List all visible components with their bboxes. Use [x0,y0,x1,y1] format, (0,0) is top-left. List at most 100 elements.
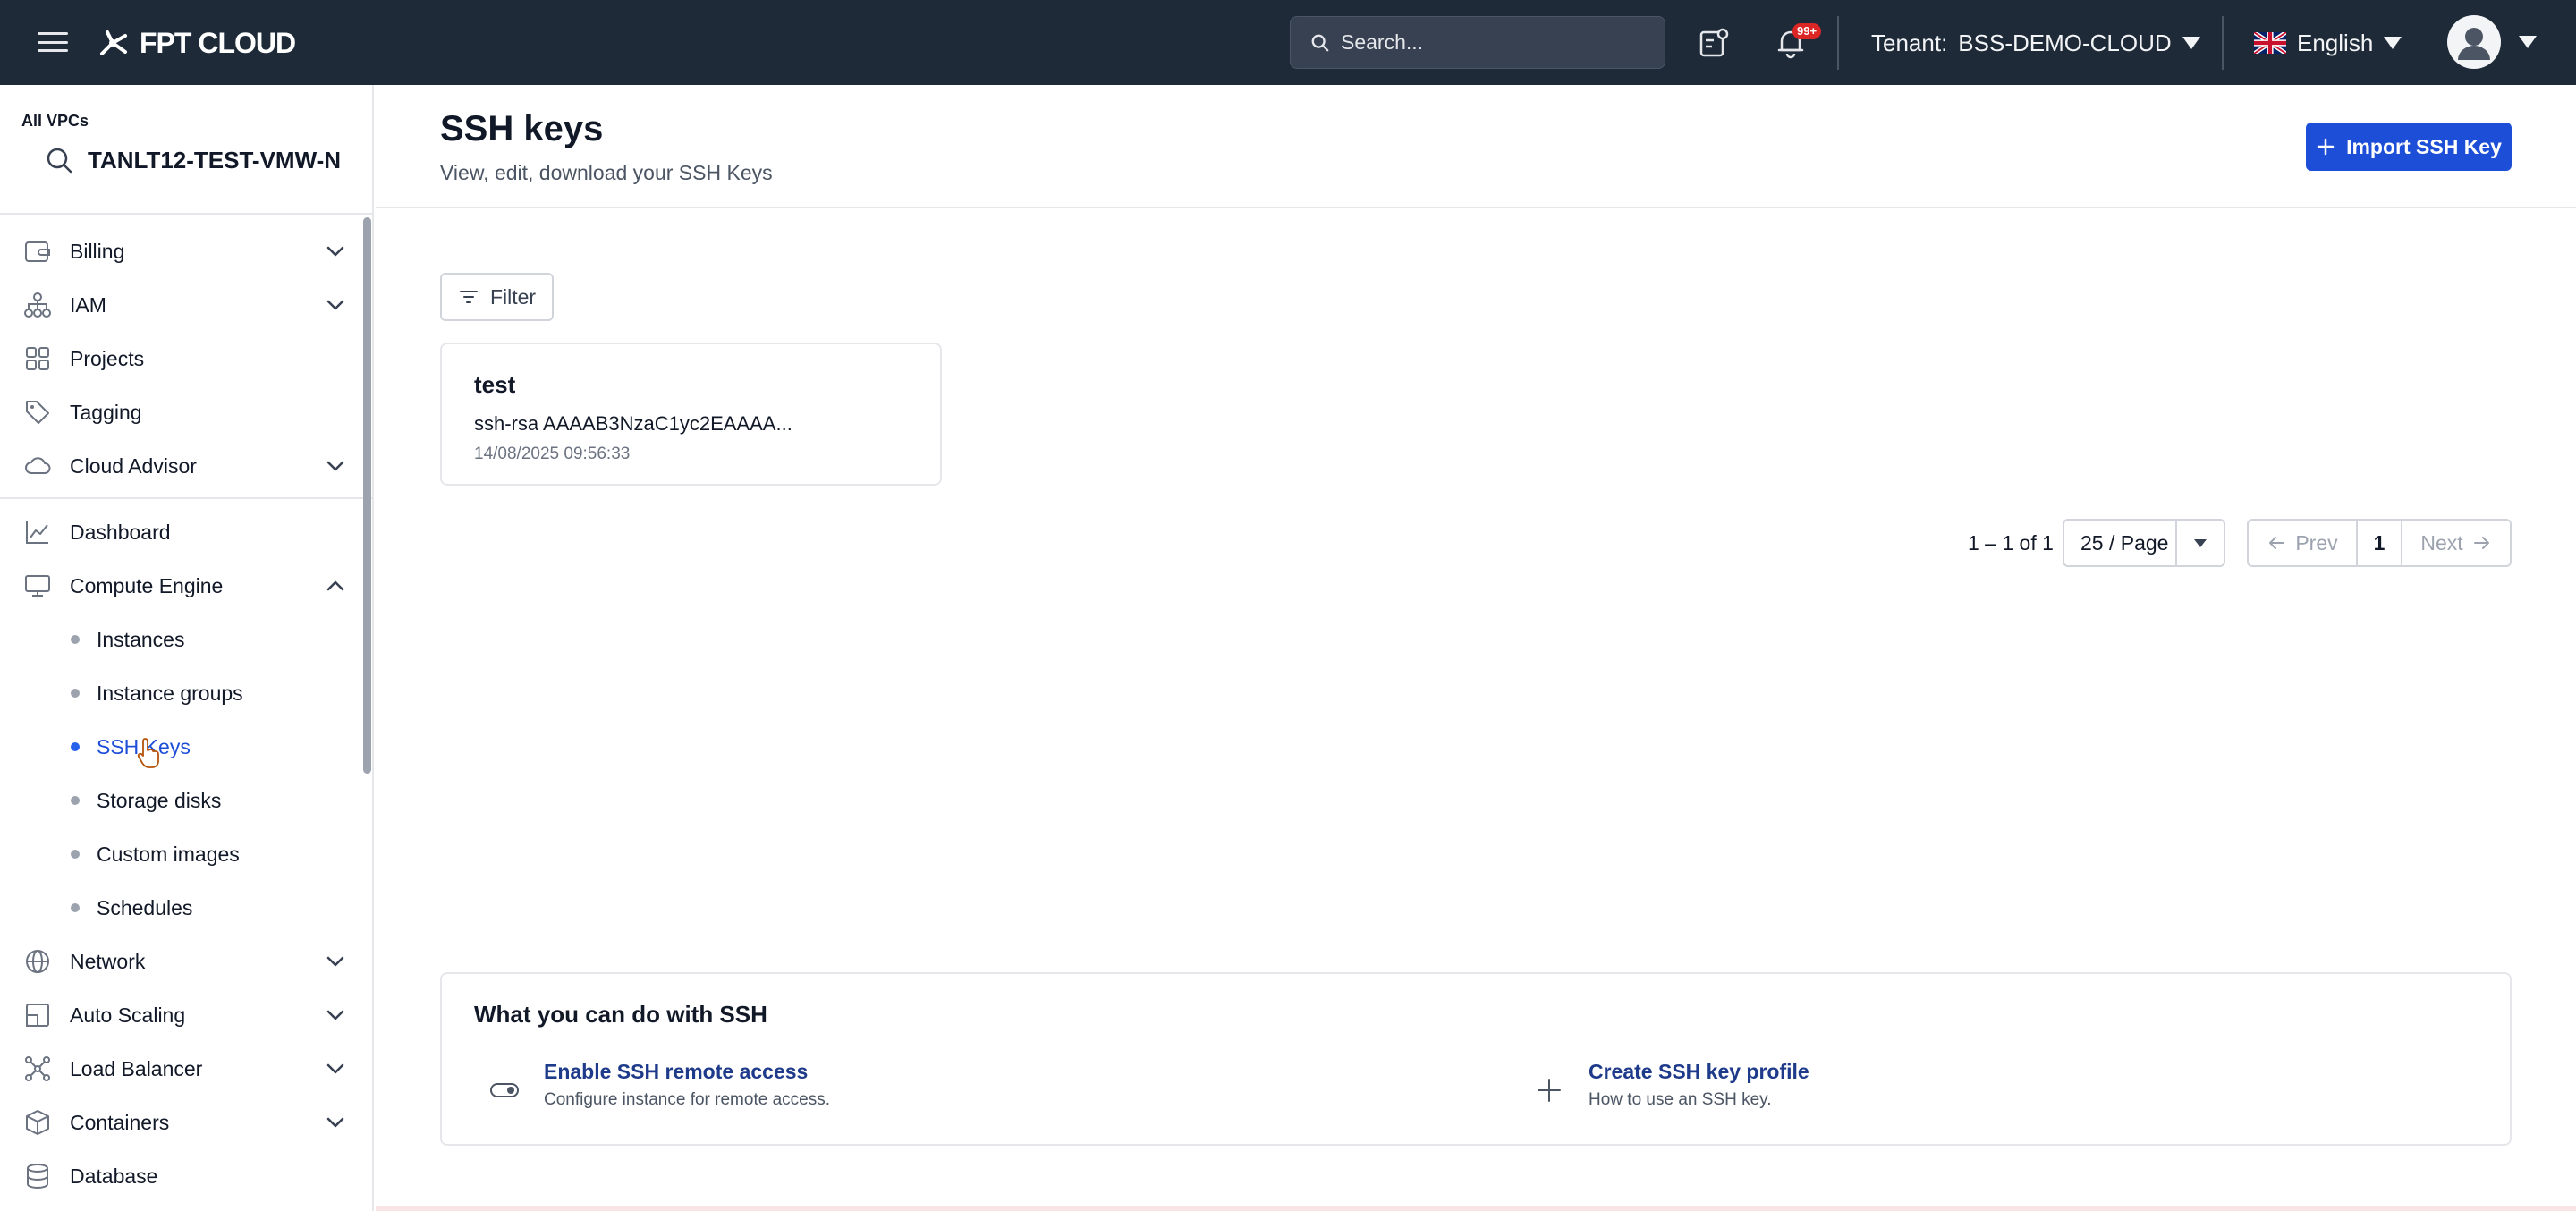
page-size-select[interactable]: 25 / Page [2063,519,2225,567]
next-label: Next [2420,530,2463,555]
sidebar-item-iam[interactable]: IAM [0,280,367,330]
language-selector[interactable]: English [2254,27,2402,59]
page-size-value: 25 / Page [2080,530,2169,555]
import-ssh-key-button[interactable]: Import SSH Key [2306,123,2512,171]
grid-icon [26,347,49,370]
header-divider [1837,16,1839,70]
sidebar-item-tagging[interactable]: Tagging [0,387,367,437]
sidebar-subitem-ssh-keys[interactable]: SSH Keys [0,724,367,770]
hand-cursor-icon [137,738,159,768]
uk-flag-icon [2254,32,2286,54]
feature-description: Configure instance for remote access. [544,1090,830,1109]
bullet-icon [71,796,80,805]
sidebar-item-load-balancer[interactable]: Load Balancer [0,1044,367,1094]
sidebar-item-label: Compute Engine [70,573,224,597]
network-nodes-icon [25,1056,50,1081]
user-avatar[interactable] [2447,15,2501,69]
global-search[interactable] [1290,16,1665,69]
sidebar-item-database[interactable]: Database [0,1151,367,1201]
chevron-down-icon [326,1063,344,1074]
bullet-icon [71,903,80,912]
bullet-icon [71,635,80,644]
create-ssh-key-profile-link[interactable]: Create SSH key profile How to use an SSH… [1533,1060,2070,1122]
import-ssh-key-label: Import SSH Key [2346,134,2502,158]
plus-icon [2317,138,2334,156]
vpc-selector[interactable]: TANLT12-TEST-VMW-N [45,146,341,174]
feature-description: How to use an SSH key. [1589,1090,1772,1109]
chevron-up-icon [326,580,344,591]
chevron-down-icon [326,1010,344,1020]
sidebar-item-containers[interactable]: Containers [0,1097,367,1147]
sidebar-item-auto-scaling[interactable]: Auto Scaling [0,990,367,1040]
sidebar-divider [0,213,374,215]
chevron-down-icon [326,246,344,257]
next-page-button[interactable]: Next [2402,521,2510,565]
top-header: FPT CLOUD 99+ Tenant: BSS-DEMO-CLOUD [0,0,2576,85]
sidebar-item-label: Database [70,1164,158,1188]
globe-icon [26,950,49,973]
bullet-icon [71,850,80,859]
pagination-range: 1 – 1 of 1 [1968,531,2054,555]
tenant-selector[interactable]: Tenant: BSS-DEMO-CLOUD [1871,27,2200,59]
menu-toggle-icon[interactable] [38,27,68,57]
search-icon [1311,34,1329,51]
bullet-icon [71,742,80,751]
fpt-cloud-logo[interactable]: FPT CLOUD [95,23,296,63]
caret-down-icon [2384,37,2402,49]
sidebar: All VPCs TANLT12-TEST-VMW-N Billing IAM [0,85,374,1211]
page-number-button[interactable]: 1 [2356,521,2402,565]
chevron-down-icon [326,300,344,310]
arrow-right-icon [2473,537,2489,549]
tenant-label: Tenant: [1871,29,1948,56]
filter-icon [459,291,478,303]
logo-mark-icon [100,30,127,55]
prev-page-button[interactable]: Prev [2249,521,2356,565]
sidebar-subitem-schedules[interactable]: Schedules [0,885,367,931]
sidebar-subitem-storage-disks[interactable]: Storage disks [0,777,367,824]
user-menu-caret-icon[interactable] [2519,36,2537,48]
sidebar-subitem-label: Storage disks [97,788,222,812]
header-separator [376,207,2576,208]
notification-bell-icon[interactable]: 99+ [1773,23,1822,61]
chevron-down-icon [326,1117,344,1128]
plus-icon [1538,1079,1561,1102]
sidebar-scrollbar[interactable] [363,217,371,774]
user-icon [2458,28,2490,60]
sidebar-item-compute-engine[interactable]: Compute Engine [0,561,367,611]
language-label: English [2297,29,2374,56]
ssh-help-panel: What you can do with SSH Enable SSH remo… [440,972,2512,1146]
wallet-icon [25,241,50,262]
sidebar-item-cloud-advisor[interactable]: Cloud Advisor [0,441,367,491]
bullet-icon [71,689,80,698]
caret-down-icon[interactable] [2177,537,2224,549]
feature-title: Create SSH key profile [1589,1060,1809,1083]
sidebar-subitem-custom-images[interactable]: Custom images [0,831,367,877]
sidebar-item-label: Dashboard [70,520,171,544]
sidebar-subitem-instance-groups[interactable]: Instance groups [0,670,367,716]
ssh-key-card[interactable]: test ssh-rsa AAAAB3NzaC1yc2EAAAA... 14/0… [440,343,942,486]
sidebar-item-dashboard[interactable]: Dashboard [0,507,367,557]
sidebar-subitem-label: Schedules [97,895,193,919]
hierarchy-icon [24,292,51,318]
search-input[interactable] [1341,30,1645,55]
search-icon [47,148,72,174]
page-subtitle: View, edit, download your SSH Keys [440,161,773,184]
chevron-down-icon [326,461,344,471]
sidebar-item-billing[interactable]: Billing [0,226,367,276]
cube-icon [26,1110,49,1135]
sidebar-subitem-instances[interactable]: Instances [0,616,367,663]
tag-icon [26,401,49,424]
sidebar-divider [0,497,374,499]
task-list-icon[interactable] [1696,25,1732,61]
enable-ssh-remote-access-link[interactable]: Enable SSH remote access Configure insta… [488,1060,1025,1122]
caret-down-icon [2182,37,2200,49]
sidebar-item-projects[interactable]: Projects [0,334,367,384]
sidebar-subitem-label: Instances [97,627,185,651]
tenant-value: BSS-DEMO-CLOUD [1958,29,2172,56]
sidebar-item-label: Cloud Advisor [70,453,197,478]
sidebar-item-label: Auto Scaling [70,1003,186,1027]
sidebar-item-network[interactable]: Network [0,936,367,987]
ssh-key-value: ssh-rsa AAAAB3NzaC1yc2EAAAA... [474,412,792,435]
notification-badge: 99+ [1792,23,1822,39]
filter-button[interactable]: Filter [440,273,554,321]
